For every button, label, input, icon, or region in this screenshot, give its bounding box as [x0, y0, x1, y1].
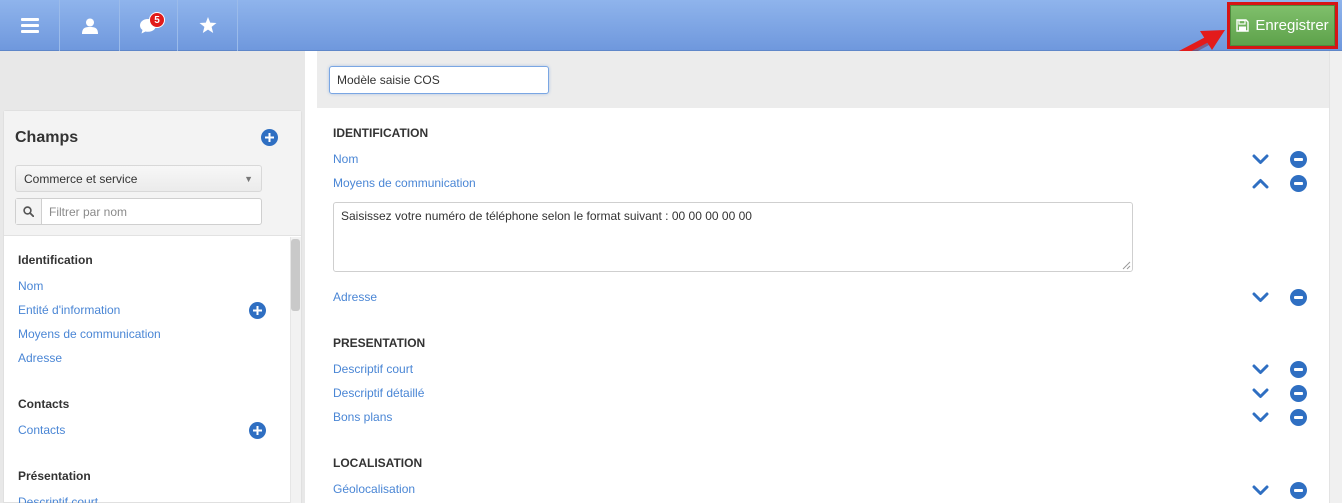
- field-geolocalisation[interactable]: Géolocalisation: [333, 482, 415, 496]
- category-select-value: Commerce et service: [24, 171, 138, 186]
- chevron-down-icon: [1252, 412, 1268, 422]
- favorites-button[interactable]: [178, 0, 238, 51]
- minus-circle-icon: [1289, 408, 1307, 426]
- panel-title: Champs: [15, 129, 79, 146]
- user-icon: [81, 18, 98, 34]
- remove-adresse-button[interactable]: [1289, 288, 1307, 306]
- field-moyens-communication[interactable]: Moyens de communication: [333, 176, 476, 190]
- filter-input[interactable]: [42, 199, 261, 224]
- minus-circle-icon: [1289, 174, 1307, 192]
- section-title-presentation: PRESENTATION: [333, 336, 426, 350]
- minus-circle-icon: [1289, 360, 1307, 378]
- save-button-label: Enregistrer: [1255, 17, 1329, 34]
- search-icon: [23, 206, 34, 217]
- model-name-input[interactable]: [329, 66, 549, 94]
- chevron-down-icon: [1252, 485, 1268, 495]
- sidebar-item-contacts[interactable]: Contacts: [18, 423, 65, 437]
- remove-nom-button[interactable]: [1289, 150, 1307, 168]
- page-scrollbar[interactable]: [1329, 51, 1342, 503]
- fields-panel-header: Champs Commerce et service ▼: [4, 111, 301, 236]
- expand-descriptif-detaille-button[interactable]: [1251, 384, 1269, 402]
- plus-icon: [253, 306, 262, 315]
- fields-panel: Champs Commerce et service ▼ Identificat…: [3, 110, 302, 503]
- minus-circle-icon: [1289, 481, 1307, 499]
- remove-geolocalisation-button[interactable]: [1289, 481, 1307, 499]
- expand-descriptif-court-button[interactable]: [1251, 360, 1269, 378]
- search-addon: [16, 199, 42, 224]
- save-button-highlight: Enregistrer: [1227, 2, 1338, 49]
- sidebar-section-presentation: Présentation: [18, 469, 91, 483]
- remove-descriptif-detaille-button[interactable]: [1289, 384, 1307, 402]
- messages-button[interactable]: 5: [118, 0, 178, 51]
- field-descriptif-court[interactable]: Descriptif court: [333, 362, 413, 376]
- message-count-badge: 5: [149, 12, 165, 28]
- help-text-area[interactable]: Saisissez votre numéro de téléphone selo…: [333, 202, 1133, 272]
- expand-adresse-button[interactable]: [1251, 288, 1269, 306]
- collapse-moyens-communication-button[interactable]: [1251, 174, 1269, 192]
- section-title-localisation: LOCALISATION: [333, 456, 423, 470]
- section-title-identification: IDENTIFICATION: [333, 126, 429, 140]
- floppy-disk-icon: [1236, 19, 1250, 32]
- remove-bons-plans-button[interactable]: [1289, 408, 1307, 426]
- category-select[interactable]: Commerce et service ▼: [15, 165, 262, 192]
- expand-bons-plans-button[interactable]: [1251, 408, 1269, 426]
- sidebar-section-contacts: Contacts: [18, 397, 70, 411]
- hamburger-menu-icon: [20, 18, 39, 33]
- field-adresse[interactable]: Adresse: [333, 290, 377, 304]
- sidebar-item-nom[interactable]: Nom: [18, 279, 43, 293]
- plus-icon: [265, 133, 274, 142]
- sidebar-item-descriptif-court[interactable]: Descriptif court: [18, 495, 98, 503]
- menu-button[interactable]: [0, 0, 60, 51]
- field-descriptif-detaille[interactable]: Descriptif détaillé: [333, 386, 424, 400]
- add-contacts-button[interactable]: [249, 422, 266, 439]
- chevron-down-icon: [1252, 292, 1268, 302]
- user-button[interactable]: [60, 0, 120, 51]
- filter-field: [15, 198, 262, 225]
- resize-grip-icon[interactable]: [1122, 261, 1131, 270]
- plus-icon: [253, 426, 262, 435]
- chevron-up-icon: [1252, 178, 1268, 188]
- top-bar: 5 Enregistrer: [0, 0, 1342, 51]
- field-nom[interactable]: Nom: [333, 152, 358, 166]
- sidebar-item-moyens-communication[interactable]: Moyens de communication: [18, 327, 161, 341]
- field-bons-plans[interactable]: Bons plans: [333, 410, 392, 424]
- expand-nom-button[interactable]: [1251, 150, 1269, 168]
- sidebar-item-adresse[interactable]: Adresse: [18, 351, 62, 365]
- remove-moyens-communication-button[interactable]: [1289, 174, 1307, 192]
- minus-circle-icon: [1289, 150, 1307, 168]
- add-entite-button[interactable]: [249, 302, 266, 319]
- save-button[interactable]: Enregistrer: [1230, 5, 1335, 46]
- chevron-down-icon: [1252, 154, 1268, 164]
- sidebar-section-identification: Identification: [18, 253, 93, 267]
- minus-circle-icon: [1289, 288, 1307, 306]
- add-field-button[interactable]: [261, 129, 278, 146]
- expand-geolocalisation-button[interactable]: [1251, 481, 1269, 499]
- sidebar-scrollbar-thumb[interactable]: [291, 239, 300, 311]
- minus-circle-icon: [1289, 384, 1307, 402]
- remove-descriptif-court-button[interactable]: [1289, 360, 1307, 378]
- field-list: Identification Nom Entité d'information …: [4, 237, 288, 503]
- star-icon: [199, 17, 216, 33]
- chevron-down-icon: [1252, 388, 1268, 398]
- sidebar-item-entite-information[interactable]: Entité d'information: [18, 303, 120, 317]
- chevron-down-icon: [1252, 364, 1268, 374]
- chevron-down-icon: ▼: [244, 173, 253, 184]
